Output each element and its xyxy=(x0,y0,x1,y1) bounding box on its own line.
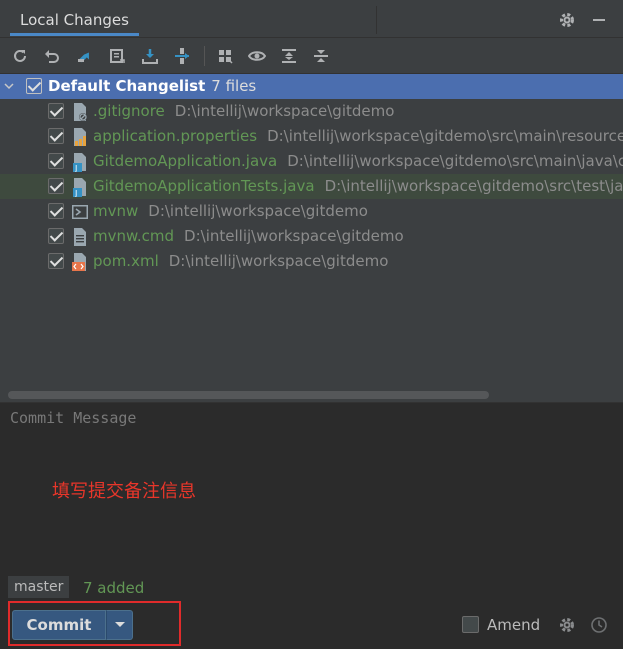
collapse-all-icon[interactable] xyxy=(311,46,331,66)
tool-window-header: Local Changes xyxy=(0,0,623,38)
changelist-icon[interactable] xyxy=(107,46,127,66)
file-entry: mvnw.cmd D:\intellij\workspace\gitdemo xyxy=(93,227,404,245)
file-name: application.properties xyxy=(93,127,258,145)
gear-icon[interactable] xyxy=(558,616,576,634)
xml-file-icon xyxy=(72,253,86,271)
file-row[interactable]: J GitdemoApplicationTests.java D:\intelli… xyxy=(0,174,623,199)
shell-script-icon xyxy=(72,205,88,219)
tab-divider xyxy=(376,6,377,34)
file-name: mvnw.cmd xyxy=(93,227,175,245)
file-entry: application.properties D:\intellij\worksp… xyxy=(93,127,623,145)
file-row[interactable]: .gitignore D:\intellij\workspace\gitdemo xyxy=(0,99,623,124)
file-name: pom.xml xyxy=(93,252,159,270)
branch-label: master xyxy=(8,576,70,598)
java-file-icon: J xyxy=(73,153,86,172)
properties-file-icon xyxy=(74,128,86,146)
file-entry: pom.xml D:\intellij\workspace\gitdemo xyxy=(93,252,388,270)
file-row[interactable]: J GitdemoApplication.java D:\intellij\wor… xyxy=(0,149,623,174)
toolbar xyxy=(0,38,623,74)
file-path: D:\intellij\workspace\gitdemo xyxy=(168,252,389,270)
changelist-checkbox[interactable] xyxy=(26,78,42,94)
history-icon[interactable] xyxy=(590,616,608,634)
file-entry: GitdemoApplicationTests.java D:\intellij\… xyxy=(93,177,623,195)
file-name: GitdemoApplicationTests.java xyxy=(93,177,315,195)
file-path: D:\intellij\workspace\gitdemo xyxy=(148,202,368,220)
file-entry: GitdemoApplication.java D:\intellij\works… xyxy=(93,152,623,170)
file-checkbox[interactable] xyxy=(48,228,64,244)
horizontal-scrollbar[interactable] xyxy=(8,391,489,399)
amend-checkbox[interactable] xyxy=(462,616,479,633)
expand-all-icon[interactable] xyxy=(279,46,299,66)
file-entry: mvnw D:\intellij\workspace\gitdemo xyxy=(93,202,368,220)
refresh-icon[interactable] xyxy=(10,46,30,66)
file-name: GitdemoApplication.java xyxy=(93,152,278,170)
preview-icon[interactable] xyxy=(247,46,267,66)
file-row[interactable]: pom.xml D:\intellij\workspace\gitdemo xyxy=(0,249,623,274)
file-checkbox[interactable] xyxy=(48,103,64,119)
rollback-icon[interactable] xyxy=(42,46,62,66)
file-checkbox[interactable] xyxy=(48,203,64,219)
file-path: D:\intellij\workspace\gitdemo\src\main\j… xyxy=(287,152,623,170)
file-path: D:\intellij\workspace\gitdemo\src\main\r… xyxy=(267,127,623,145)
tab-local-changes[interactable]: Local Changes xyxy=(10,6,139,36)
commit-message-placeholder: Commit Message xyxy=(10,409,137,427)
file-path: D:\intellij\workspace\gitdemo\src\test\j… xyxy=(324,177,623,195)
file-path: D:\intellij\workspace\gitdemo xyxy=(174,102,395,120)
annotation-text: 填写提交备注信息 xyxy=(52,481,196,502)
merge-icon[interactable] xyxy=(172,46,192,66)
chevron-down-icon[interactable] xyxy=(4,81,14,91)
file-name: .gitignore xyxy=(93,102,165,120)
svg-text:J: J xyxy=(74,189,77,197)
changelist-count: 7 files xyxy=(211,77,257,95)
file-checkbox[interactable] xyxy=(48,153,64,169)
gitignore-file-icon xyxy=(74,103,87,121)
highlight-box xyxy=(8,601,181,646)
file-path: D:\intellij\workspace\gitdemo xyxy=(184,227,404,245)
changelist-label: Default Changelist xyxy=(48,77,206,95)
java-file-icon: J xyxy=(73,178,86,197)
changelist-name: Default Changelist 7 files xyxy=(48,77,256,95)
file-checkbox[interactable] xyxy=(48,253,64,269)
file-row[interactable]: mvnw D:\intellij\workspace\gitdemo xyxy=(0,199,623,224)
file-name: mvnw xyxy=(93,202,139,220)
toolbar-divider xyxy=(204,46,205,66)
file-checkbox[interactable] xyxy=(48,178,64,194)
changelist-row[interactable]: Default Changelist 7 files xyxy=(0,74,623,99)
file-entry: .gitignore D:\intellij\workspace\gitdemo xyxy=(93,102,394,120)
file-row[interactable]: application.properties D:\intellij\worksp… xyxy=(0,124,623,149)
group-by-icon[interactable] xyxy=(215,46,235,66)
show-diff-icon[interactable] xyxy=(74,46,94,66)
file-row[interactable]: mvnw.cmd D:\intellij\workspace\gitdemo xyxy=(0,224,623,249)
minimize-icon[interactable] xyxy=(590,11,608,29)
changes-summary: 7 added xyxy=(83,579,145,597)
shelve-icon[interactable] xyxy=(140,46,160,66)
svg-text:J: J xyxy=(74,164,77,172)
text-file-icon xyxy=(74,228,86,246)
file-checkbox[interactable] xyxy=(48,128,64,144)
changes-tree: Default Changelist 7 files .gitignore D:\i… xyxy=(0,74,623,402)
gear-icon[interactable] xyxy=(558,11,576,29)
amend-label: Amend xyxy=(487,616,541,634)
